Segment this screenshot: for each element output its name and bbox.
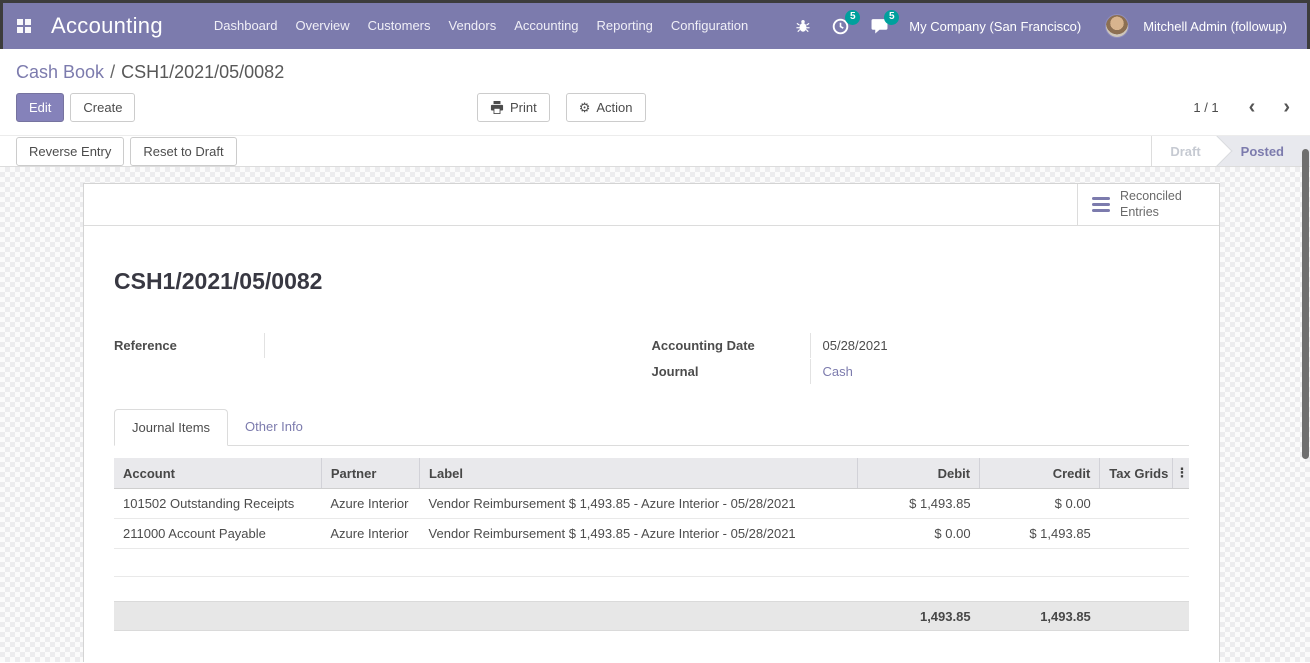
company-switcher[interactable]: My Company (San Francisco) [903, 19, 1087, 34]
cell-account: 101502 Outstanding Receipts [114, 489, 321, 519]
cell-debit: $ 0.00 [857, 519, 979, 549]
reverse-entry-button[interactable]: Reverse Entry [16, 137, 124, 166]
pager-next-icon[interactable]: › [1279, 97, 1294, 117]
user-avatar[interactable] [1105, 14, 1129, 38]
total-debit: 1,493.85 [857, 602, 979, 631]
col-header-credit[interactable]: Credit [980, 458, 1100, 489]
breadcrumb-separator: / [104, 62, 121, 82]
cell-partner: Azure Interior [321, 489, 419, 519]
app-brand[interactable]: Accounting [51, 13, 163, 39]
systray: 5 5 My Company (San Francisco) Mitchell … [789, 14, 1293, 38]
debug-icon[interactable] [789, 19, 817, 33]
totals-row: 1,493.85 1,493.85 [114, 601, 1189, 631]
reference-value [264, 333, 594, 358]
menu-overview[interactable]: Overview [286, 3, 358, 49]
table-row[interactable]: 211000 Account Payable Azure Interior Ve… [114, 519, 1189, 549]
messages-icon[interactable]: 5 [864, 18, 895, 34]
menu-dashboard[interactable]: Dashboard [205, 3, 287, 49]
cell-label: Vendor Reimbursement $ 1,493.85 - Azure … [420, 489, 858, 519]
statusbar: Draft Posted [1151, 136, 1310, 166]
cell-credit: $ 0.00 [980, 489, 1100, 519]
tab-other-info[interactable]: Other Info [228, 409, 320, 445]
button-box: Reconciled Entries [84, 184, 1219, 226]
form-statusbar-row: Reverse Entry Reset to Draft Draft Poste… [0, 135, 1310, 167]
edit-button[interactable]: Edit [16, 93, 64, 122]
create-button[interactable]: Create [70, 93, 135, 122]
activities-icon[interactable]: 5 [825, 18, 856, 35]
menu-customers[interactable]: Customers [359, 3, 440, 49]
col-header-account[interactable]: Account [114, 458, 321, 489]
menu-configuration[interactable]: Configuration [662, 3, 757, 49]
main-menu: Dashboard Overview Customers Vendors Acc… [205, 3, 757, 49]
printer-icon [490, 101, 504, 114]
table-row[interactable]: 101502 Outstanding Receipts Azure Interi… [114, 489, 1189, 519]
activity-count-badge: 5 [845, 10, 860, 25]
cell-debit: $ 1,493.85 [857, 489, 979, 519]
field-group: Reference Accounting Date 05/28/2021 Jou… [114, 333, 1189, 385]
total-credit: 1,493.85 [980, 602, 1100, 631]
accounting-date-label: Accounting Date [652, 333, 810, 358]
breadcrumb-parent-link[interactable]: Cash Book [16, 62, 104, 82]
col-header-label[interactable]: Label [420, 458, 858, 489]
cell-label: Vendor Reimbursement $ 1,493.85 - Azure … [420, 519, 858, 549]
tab-journal-items[interactable]: Journal Items [114, 409, 228, 446]
form-sheet: Reconciled Entries CSH1/2021/05/0082 Ref… [83, 183, 1220, 662]
journal-items-table: Account Partner Label Debit Credit Tax G… [114, 458, 1189, 577]
cell-tax-grids [1100, 519, 1173, 549]
form-view-content: Reconciled Entries CSH1/2021/05/0082 Ref… [0, 167, 1310, 662]
print-button[interactable]: Print [477, 93, 550, 122]
control-panel-buttons: Edit Create Print ⚙ Action 1 / 1 ‹ › [0, 90, 1310, 124]
pager-value: 1 / 1 [1193, 100, 1218, 115]
col-header-tax-grids[interactable]: Tax Grids [1100, 458, 1173, 489]
apps-menu-icon[interactable] [17, 19, 31, 33]
col-header-debit[interactable]: Debit [857, 458, 979, 489]
cell-tax-grids [1100, 489, 1173, 519]
menu-accounting[interactable]: Accounting [505, 3, 587, 49]
pager: 1 / 1 ‹ › [1193, 97, 1294, 117]
message-count-badge: 5 [884, 10, 899, 25]
empty-row [114, 549, 1189, 577]
cell-credit: $ 1,493.85 [980, 519, 1100, 549]
menu-vendors[interactable]: Vendors [440, 3, 506, 49]
journal-value-link[interactable]: Cash [823, 364, 853, 379]
bars-icon [1092, 197, 1110, 212]
reconciled-entries-button[interactable]: Reconciled Entries [1077, 184, 1219, 225]
journal-label: Journal [652, 359, 810, 384]
reset-to-draft-button[interactable]: Reset to Draft [130, 137, 236, 166]
optional-columns-icon[interactable]: ⋮ [1173, 458, 1189, 489]
gear-icon: ⚙ [579, 101, 591, 114]
vertical-scrollbar[interactable] [1302, 149, 1309, 459]
menu-reporting[interactable]: Reporting [588, 3, 662, 49]
cell-partner: Azure Interior [321, 519, 419, 549]
record-title: CSH1/2021/05/0082 [114, 268, 1189, 295]
action-button[interactable]: ⚙ Action [566, 93, 646, 122]
col-header-partner[interactable]: Partner [321, 458, 419, 489]
breadcrumb: Cash Book/CSH1/2021/05/0082 [0, 49, 1310, 83]
cell-account: 211000 Account Payable [114, 519, 321, 549]
reference-label: Reference [114, 333, 264, 358]
notebook-tabs: Journal Items Other Info [114, 409, 1189, 446]
user-menu[interactable]: Mitchell Admin (followup) [1137, 19, 1293, 34]
accounting-date-value: 05/28/2021 [810, 333, 1190, 358]
breadcrumb-current: CSH1/2021/05/0082 [121, 62, 284, 82]
pager-previous-icon[interactable]: ‹ [1245, 97, 1260, 117]
top-navbar: Accounting Dashboard Overview Customers … [0, 3, 1310, 49]
